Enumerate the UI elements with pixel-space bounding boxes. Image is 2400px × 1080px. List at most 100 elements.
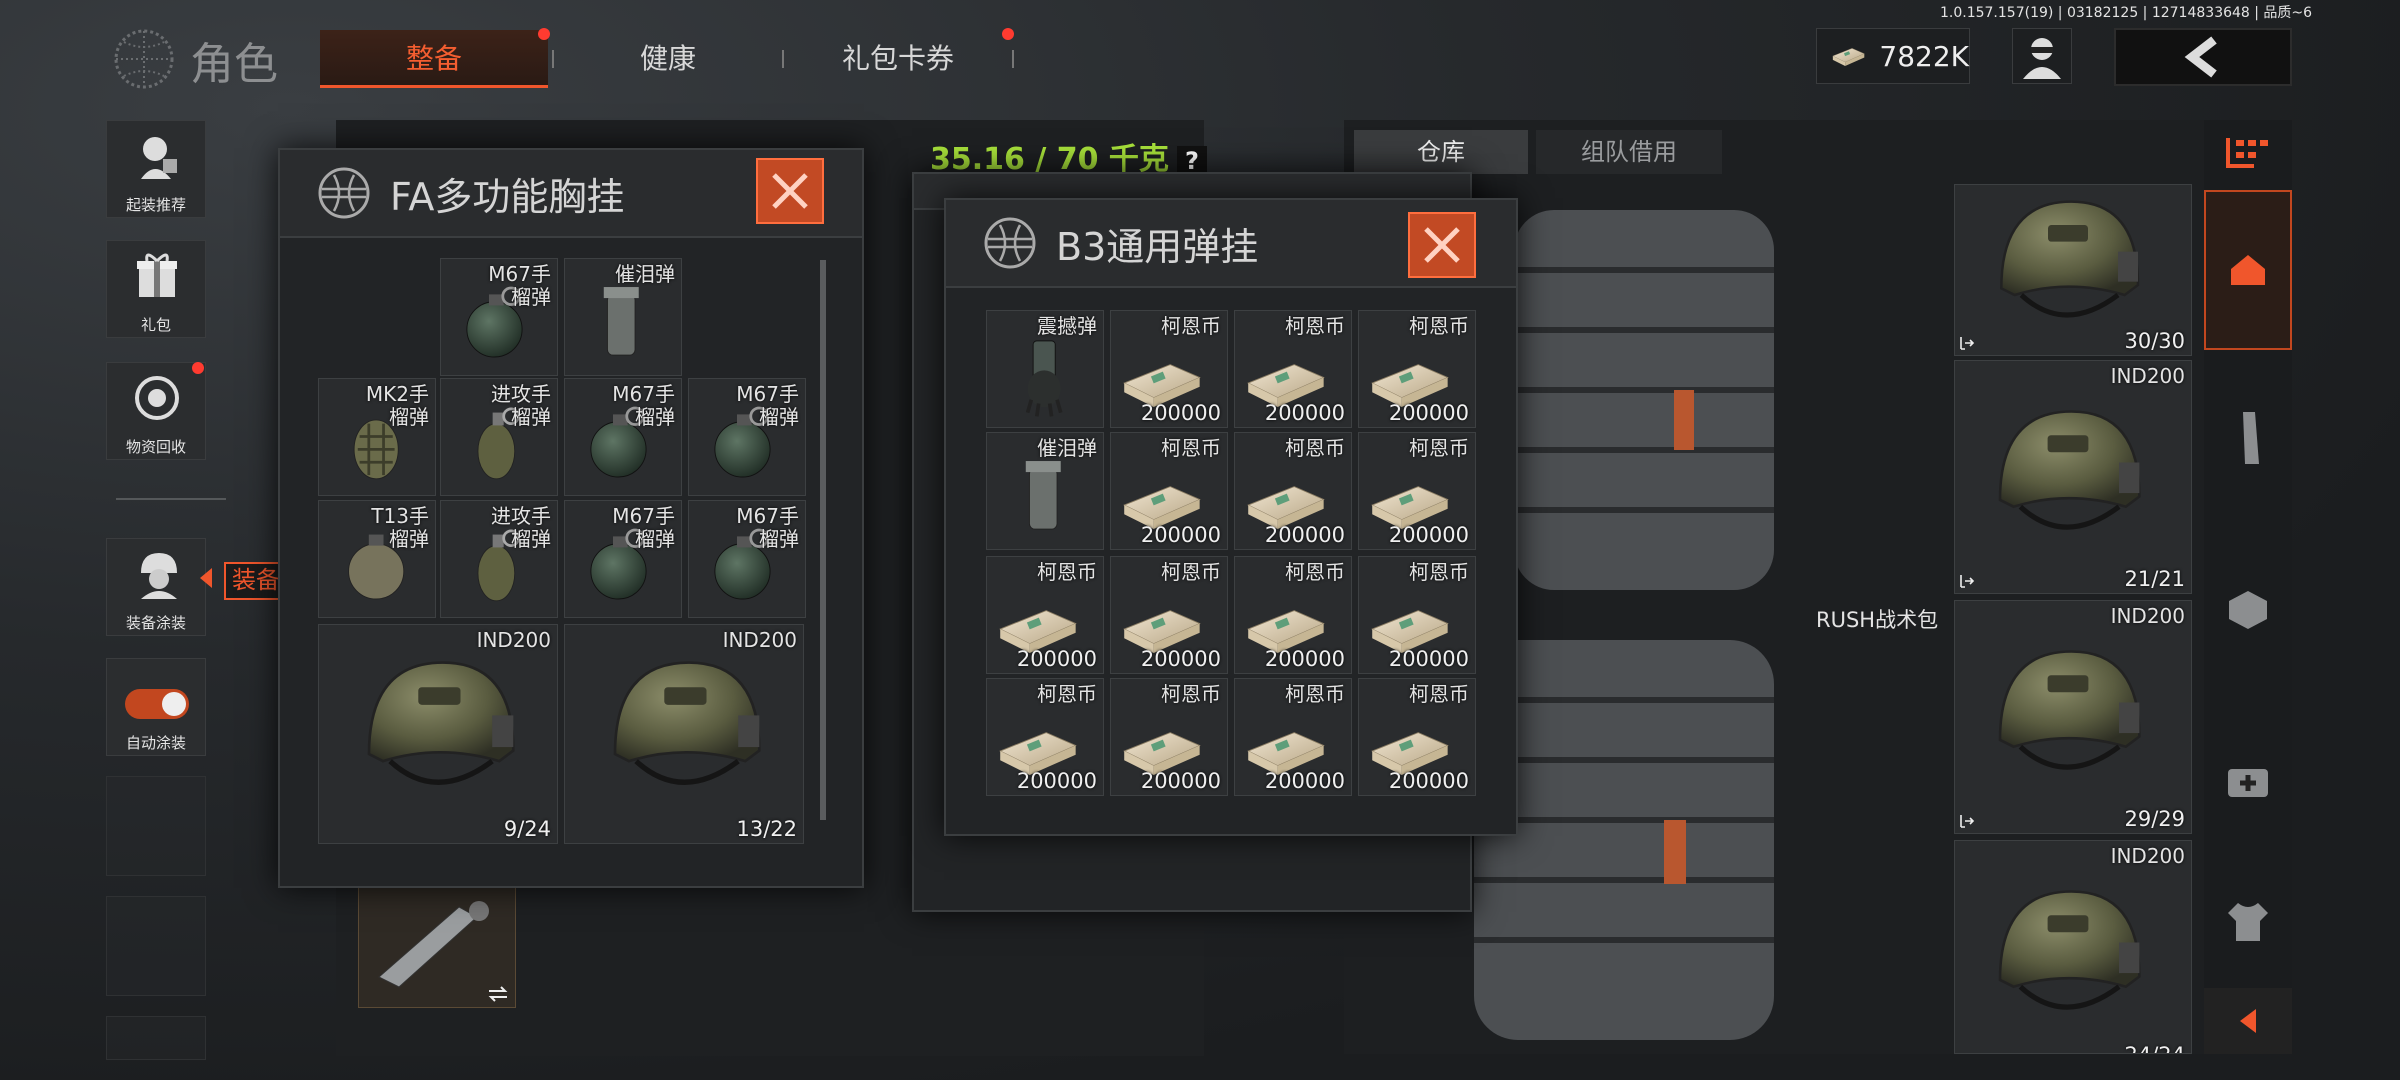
sidebar-loadout-recommend[interactable]: 起装推荐	[106, 120, 206, 218]
item-count: 200000	[1388, 769, 1469, 793]
item-slot[interactable]: 柯恩币 200000	[1110, 310, 1228, 428]
soldier-icon	[141, 137, 177, 179]
rail-magazine[interactable]	[2204, 358, 2292, 518]
item-count: 200000	[1140, 523, 1221, 547]
item-count: 21/21	[2124, 567, 2185, 591]
item-slot[interactable]: 柯恩币 200000	[1110, 556, 1228, 674]
item-count: 13/22	[736, 817, 797, 841]
item-slot[interactable]: 柯恩币 200000	[986, 678, 1104, 796]
sidebar-label: 起装推荐	[125, 196, 186, 214]
item-slot[interactable]: 柯恩币 200000	[1234, 556, 1352, 674]
soldier-helmet-icon	[141, 553, 177, 599]
currency-display[interactable]: 7822K	[1816, 28, 1970, 84]
auto-camo-toggle[interactable]	[125, 689, 189, 719]
close-button[interactable]	[756, 158, 824, 224]
knife-slot[interactable]	[358, 886, 516, 1008]
rail-home[interactable]	[2204, 190, 2292, 350]
item-slot[interactable]: 柯恩币 200000	[1110, 432, 1228, 550]
item-slot[interactable]: 柯恩币 200000	[1358, 678, 1476, 796]
filter-icon[interactable]	[2224, 132, 2272, 172]
rail-medical[interactable]	[2204, 700, 2292, 860]
close-button[interactable]	[1408, 212, 1476, 278]
item-count: 200000	[1264, 647, 1345, 671]
backpack-image	[1514, 210, 1774, 590]
item-name: 催泪弹	[615, 262, 675, 286]
item-slot[interactable]: 柯恩币 200000	[1110, 678, 1228, 796]
helmet-icon	[1983, 631, 2153, 791]
item-slot[interactable]: M67手榴弹	[564, 500, 682, 618]
warehouse-helmet-slot[interactable]: IND200 29/29	[1954, 600, 2192, 834]
back-button[interactable]	[2114, 28, 2292, 86]
item-slot[interactable]: M67手榴弹	[688, 378, 806, 496]
close-icon	[772, 173, 808, 209]
sidebar-recycle[interactable]: 物资回收	[106, 362, 206, 460]
item-name: 催泪弹	[1037, 436, 1097, 460]
sidebar-auto-camo[interactable]: 自动涂装	[106, 658, 206, 756]
warehouse-helmet-slot[interactable]: IND200 21/21	[1954, 360, 2192, 594]
item-count: 30/30	[2124, 329, 2185, 353]
item-slot[interactable]: 进攻手榴弹	[440, 378, 558, 496]
item-slot[interactable]: IND200 13/22	[564, 624, 804, 844]
empty-slot	[106, 1016, 206, 1060]
globe-icon	[984, 217, 1036, 269]
item-slot[interactable]: M67手榴弹	[688, 500, 806, 618]
item-name: 柯恩币	[1409, 436, 1469, 460]
item-slot[interactable]: 柯恩币 200000	[986, 556, 1104, 674]
item-slot[interactable]: 柯恩币 200000	[1234, 432, 1352, 550]
tab-warehouse[interactable]: 仓库	[1354, 130, 1528, 174]
item-slot[interactable]: 进攻手榴弹	[440, 500, 558, 618]
tab-team-borrow[interactable]: 组队借用	[1536, 130, 1722, 174]
scrollbar[interactable]	[820, 260, 826, 820]
gift-icon	[137, 253, 177, 297]
item-name: 柯恩币	[1161, 560, 1221, 584]
item-slot[interactable]: 柯恩币 200000	[1358, 432, 1476, 550]
item-slot[interactable]: IND200 9/24	[318, 624, 558, 844]
fa-chest-rig-window: FA多功能胸挂 M67手榴弹 催泪弹 MK2手榴弹 进攻手榴弹 M67手榴弹 M67手榴弹…	[278, 148, 864, 888]
item-slot[interactable]: M67手榴弹	[564, 378, 682, 496]
item-name: IND200	[2110, 364, 2185, 388]
help-button[interactable]: ?	[1176, 145, 1207, 176]
item-slot[interactable]: T13手榴弹	[318, 500, 436, 618]
agent-avatar-button[interactable]	[2012, 28, 2072, 84]
swap-icon[interactable]	[487, 985, 509, 1003]
window-title: B3通用弹挂	[1056, 224, 1259, 269]
item-slot[interactable]: M67手榴弹	[440, 258, 558, 376]
sidebar-label: 装备涂装	[125, 614, 186, 632]
item-slot[interactable]: 催泪弹	[986, 432, 1104, 550]
item-slot[interactable]: 震撼弹	[986, 310, 1104, 428]
agent-icon	[2023, 38, 2061, 79]
sidebar-gift[interactable]: 礼包	[106, 240, 206, 338]
item-slot[interactable]: 催泪弹	[564, 258, 682, 376]
warehouse-helmet-slot[interactable]: 30/30	[1954, 184, 2192, 356]
item-name: 震撼弹	[1037, 314, 1097, 338]
item-count: 200000	[1264, 769, 1345, 793]
rail-armor[interactable]	[2204, 530, 2292, 690]
rail-clothing[interactable]	[2204, 872, 2292, 972]
tab-health[interactable]: 健康	[554, 30, 782, 88]
item-slot[interactable]: 柯恩币 200000	[1358, 556, 1476, 674]
tab-gift-coupons[interactable]: 礼包卡券	[784, 30, 1012, 88]
item-name: M67手榴弹	[736, 504, 799, 551]
item-name: T13手榴弹	[371, 504, 429, 551]
item-name: 柯恩币	[1161, 682, 1221, 706]
tab-notify-dot	[1002, 28, 1014, 40]
item-slot[interactable]: 柯恩币 200000	[1234, 310, 1352, 428]
bag-label: RUSH战术包	[1816, 608, 1939, 632]
item-slot[interactable]: 柯恩币 200000	[1358, 310, 1476, 428]
window-title: FA多功能胸挂	[390, 174, 625, 219]
equipment-tooltip: 装备	[224, 562, 286, 600]
warehouse-helmet-slot[interactable]: IND200 24/24	[1954, 840, 2192, 1054]
item-count: 200000	[1388, 523, 1469, 547]
item-count: 200000	[1140, 647, 1221, 671]
item-count: 9/24	[503, 817, 551, 841]
tab-label: 礼包卡券	[841, 42, 954, 75]
item-slot[interactable]: 柯恩币 200000	[1234, 678, 1352, 796]
rail-collapse[interactable]	[2204, 988, 2292, 1054]
sidebar-camo[interactable]: 装备涂装	[106, 538, 206, 636]
item-count: 200000	[1016, 647, 1097, 671]
helmet-icon	[1983, 391, 2153, 551]
page-title: 角色	[190, 39, 278, 90]
item-slot[interactable]: MK2手榴弹	[318, 378, 436, 496]
item-name: M67手榴弹	[736, 382, 799, 429]
tab-zhengbei[interactable]: 整备	[320, 30, 548, 88]
